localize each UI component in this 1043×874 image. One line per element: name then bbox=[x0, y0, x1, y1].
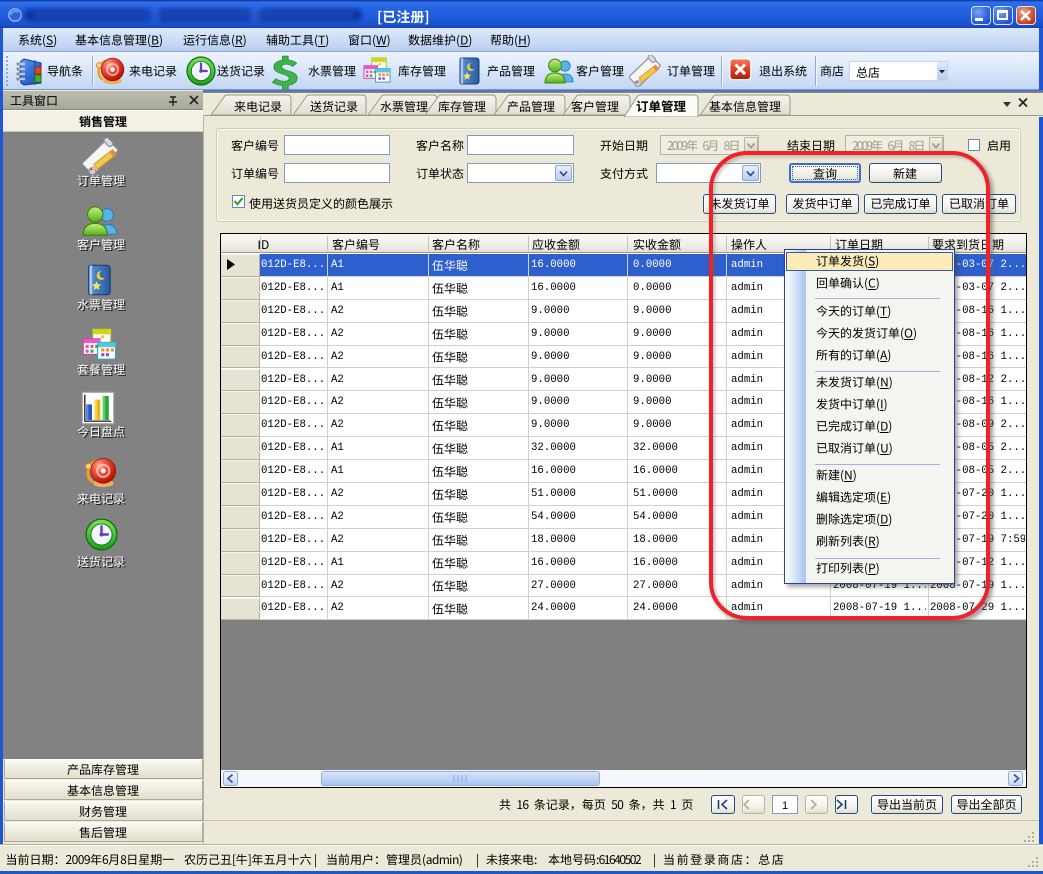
svg-text:1: 1 bbox=[782, 800, 788, 812]
